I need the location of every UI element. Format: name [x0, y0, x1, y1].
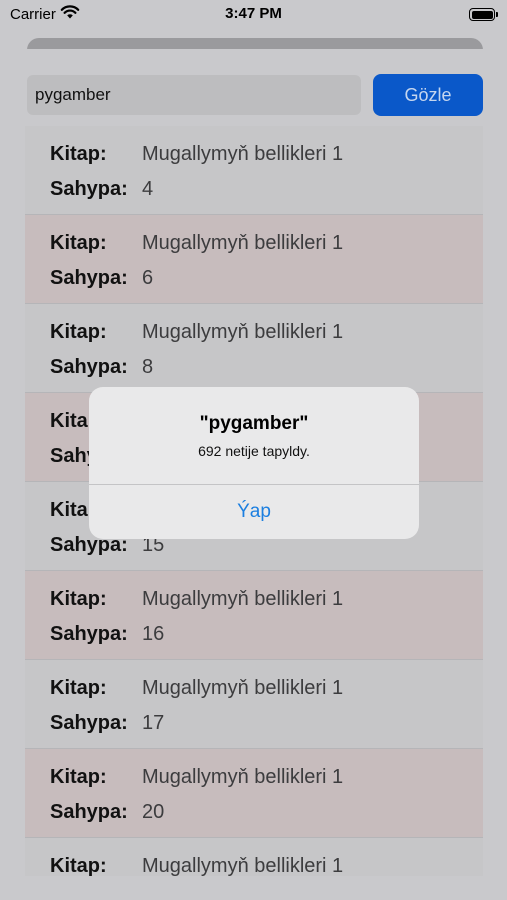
page-value: 17	[142, 712, 165, 734]
alert-title: "pygamber"	[199, 413, 309, 434]
battery-icon	[469, 8, 498, 21]
book-value: Mugallymyň bellikleri 1	[142, 588, 344, 610]
book-value: Mugallymyň bellikleri 1	[142, 232, 344, 254]
page-label: Sahypa:	[50, 267, 128, 289]
page-value: 16	[142, 623, 165, 645]
page-value: 8	[142, 356, 154, 378]
book-value: Mugallymyň bellikleri 1	[142, 855, 344, 876]
result-row[interactable]: Kitap: Mugallymyň bellikleri 1 Sahypa: 17	[25, 660, 483, 749]
book-label: Kitap:	[50, 143, 107, 165]
book-field: Kitap: Mugallymyň bellikleri 1	[50, 321, 343, 344]
book-field: Kitap: Mugallymyň bellikleri 1	[50, 588, 343, 611]
book-label: Kitap:	[50, 321, 107, 343]
results-alert: "pygamber" 692 netije tapyldy. Ýap	[89, 387, 419, 539]
status-time: 3:47 PM	[225, 5, 282, 22]
page-label: Sahypa:	[50, 801, 128, 823]
result-row[interactable]: Kitap: Mugallymyň bellikleri 1 Sahypa: 6	[25, 215, 483, 304]
result-row[interactable]: Kitap: Mugallymyň bellikleri 1 Sahypa: 16	[25, 571, 483, 660]
status-bar: Carrier 3:47 PM	[0, 0, 507, 30]
page-field: Sahypa: 6	[50, 267, 153, 290]
result-row[interactable]: Kitap: Mugallymyň bellikleri 1 Sahypa: 4	[25, 126, 483, 215]
page-value: 6	[142, 267, 154, 289]
book-label: Kitap:	[50, 588, 107, 610]
book-label: Kitap:	[50, 855, 107, 876]
result-row[interactable]: Kitap: Mugallymyň bellikleri 1 Sahypa: 20	[25, 749, 483, 838]
book-field: Kitap: Mugallymyň bellikleri 1	[50, 677, 343, 700]
page-label: Sahypa:	[50, 356, 128, 378]
book-field: Kitap: Mugallymyň bellikleri 1	[50, 766, 343, 789]
book-label: Kitap:	[50, 766, 107, 788]
result-row[interactable]: Kitap: Mugallymyň bellikleri 1 Sahypa: 8	[25, 304, 483, 393]
page-label: Sahypa:	[50, 712, 128, 734]
book-value: Mugallymyň bellikleri 1	[142, 143, 344, 165]
page-value: 20	[142, 801, 165, 823]
book-value: Mugallymyň bellikleri 1	[142, 321, 344, 343]
book-field: Kitap: Mugallymyň bellikleri 1	[50, 143, 343, 166]
book-field: Kitap: Mugallymyň bellikleri 1	[50, 232, 343, 255]
page-field: Sahypa: 17	[50, 712, 164, 735]
search-input[interactable]	[27, 75, 361, 115]
page-value: 4	[142, 178, 154, 200]
alert-message: 692 netije tapyldy.	[198, 443, 310, 459]
book-label: Kitap:	[50, 232, 107, 254]
search-button[interactable]: Gözle	[373, 74, 483, 116]
book-field: Kitap: Mugallymyň bellikleri 1	[50, 855, 343, 876]
result-row[interactable]: Kitap:Mugallymyň bellikleri 1Sahypa:	[25, 838, 483, 876]
page-field: Sahypa: 20	[50, 801, 164, 824]
book-label: Kitap:	[50, 677, 107, 699]
page-label: Sahypa:	[50, 178, 128, 200]
alert-close-button[interactable]: Ýap	[89, 485, 419, 539]
book-value: Mugallymyň bellikleri 1	[142, 766, 344, 788]
page-field: Sahypa: 16	[50, 623, 164, 646]
page-field: Sahypa: 8	[50, 356, 153, 379]
book-value: Mugallymyň bellikleri 1	[142, 677, 344, 699]
page-label: Sahypa:	[50, 623, 128, 645]
page-field: Sahypa: 4	[50, 178, 153, 201]
